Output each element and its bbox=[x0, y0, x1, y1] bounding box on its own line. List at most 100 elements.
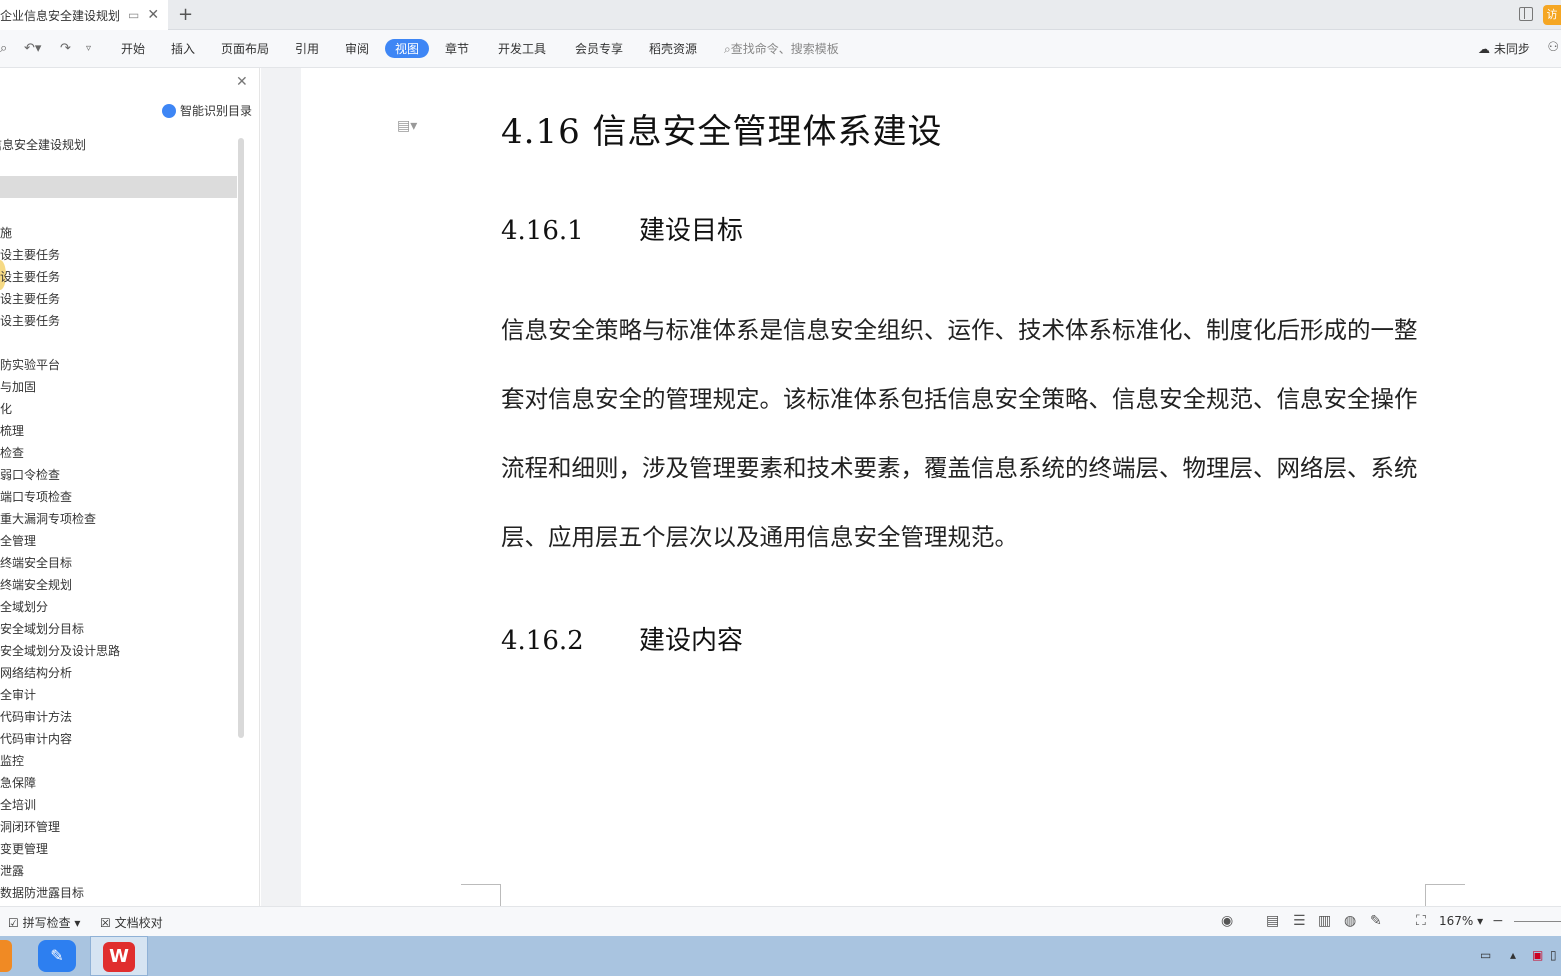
web-view-icon[interactable]: ◍ bbox=[1344, 913, 1356, 929]
layout-toggle-icon[interactable] bbox=[1519, 7, 1533, 21]
menu-review[interactable]: 审阅 bbox=[345, 40, 369, 57]
toc-item[interactable]: 设主要任务 bbox=[0, 290, 60, 307]
close-nav-icon[interactable]: ✕ bbox=[236, 74, 248, 90]
toc-item[interactable]: 代码审计内容 bbox=[0, 730, 72, 747]
outline-view-icon[interactable]: ☰ bbox=[1293, 913, 1306, 929]
menu-developer[interactable]: 开发工具 bbox=[498, 40, 546, 57]
menu-docer[interactable]: 稻壳资源 bbox=[649, 40, 697, 57]
section-number: 4.16.2 bbox=[501, 626, 584, 656]
navigation-pane: ✕ 智能识别目录 信息安全建设规划 施设主要任务设主要任务设主要任务设主要任务防… bbox=[0, 68, 260, 906]
sync-status[interactable]: ☁ 未同步 bbox=[1478, 40, 1530, 57]
heading-section-1: 4.16.1 建设目标 bbox=[501, 210, 743, 247]
taskbar-wps-icon[interactable]: W bbox=[90, 936, 148, 976]
toc-item[interactable]: 全培训 bbox=[0, 796, 36, 813]
edit-pen-icon[interactable]: ✎ bbox=[1370, 913, 1382, 929]
toc-item[interactable]: 设主要任务 bbox=[0, 268, 60, 285]
toc-item[interactable]: 数据防泄露目标 bbox=[0, 884, 84, 901]
menu-member[interactable]: 会员专享 bbox=[575, 40, 623, 57]
toc-item[interactable]: 终端安全目标 bbox=[0, 554, 72, 571]
taskbar: ✎ W ▭ ▴ ▣ ▯ bbox=[0, 936, 1561, 976]
toc-item[interactable]: 梳理 bbox=[0, 422, 24, 439]
tray-app-icon[interactable]: ▣ bbox=[1532, 948, 1543, 962]
cloud-icon: ☁ bbox=[1478, 42, 1490, 56]
menu-insert[interactable]: 插入 bbox=[171, 40, 195, 57]
ribbon-menu: ⌕ ↶▾ ↷ ▿ 开始 插入 页面布局 引用 审阅 视图 章节 开发工具 会员专… bbox=[0, 30, 1561, 68]
tray-expand-icon[interactable]: ▴ bbox=[1510, 948, 1516, 962]
fit-page-icon[interactable]: ⛶ bbox=[1416, 913, 1426, 929]
page-menu-icon[interactable]: ▤▾ bbox=[397, 118, 417, 134]
toc-item[interactable]: 安全域划分及设计思路 bbox=[0, 642, 120, 659]
toc-item[interactable]: 端口专项检查 bbox=[0, 488, 72, 505]
taskbar-app-icon[interactable] bbox=[0, 940, 12, 972]
zoom-slider[interactable] bbox=[1514, 921, 1561, 922]
toc-item[interactable]: 终端安全规划 bbox=[0, 576, 72, 593]
page-corner-mark bbox=[1425, 884, 1465, 906]
tray-clipboard-icon[interactable]: ▯ bbox=[1550, 948, 1557, 962]
menu-page-layout[interactable]: 页面布局 bbox=[221, 40, 269, 57]
page-corner-mark bbox=[461, 884, 501, 906]
toc-item[interactable]: 与加固 bbox=[0, 378, 36, 395]
doc-proof-label: 文档校对 bbox=[114, 916, 163, 930]
quick-access-more-icon[interactable]: ▿ bbox=[86, 43, 91, 54]
toc-item[interactable]: 施 bbox=[0, 224, 12, 241]
toc-selected-item[interactable] bbox=[0, 176, 237, 198]
toc-item[interactable]: 检查 bbox=[0, 444, 24, 461]
spell-check-label: 拼写检查 bbox=[22, 916, 71, 930]
undo-icon[interactable]: ↶▾ bbox=[24, 41, 41, 56]
keyboard-icon[interactable]: ▭ bbox=[1480, 948, 1491, 962]
taskbar-notes-icon[interactable]: ✎ bbox=[38, 940, 76, 972]
print-preview-icon[interactable]: ⌕ bbox=[0, 41, 7, 56]
redo-icon[interactable]: ↷ bbox=[60, 41, 71, 56]
toc-item[interactable]: 化 bbox=[0, 400, 12, 417]
document-workspace: ▤▾ 4.16 信息安全管理体系建设 4.16.1 建设目标 信息安全策略与标准体… bbox=[261, 68, 1561, 906]
document-page[interactable]: ▤▾ 4.16 信息安全管理体系建设 4.16.1 建设目标 信息安全策略与标准体… bbox=[301, 68, 1561, 906]
command-search[interactable]: ⌕查找命令、搜索模板 bbox=[724, 40, 839, 57]
heading-section-2: 4.16.2 建设内容 bbox=[501, 620, 743, 657]
sync-label: 未同步 bbox=[1493, 42, 1530, 56]
toc-item[interactable]: 全管理 bbox=[0, 532, 36, 549]
toc-item[interactable]: 设主要任务 bbox=[0, 312, 60, 329]
zoom-value: 167% bbox=[1439, 914, 1474, 928]
visit-button[interactable]: 访 bbox=[1543, 5, 1561, 25]
menu-references[interactable]: 引用 bbox=[295, 40, 319, 57]
status-bar: ☑ 拼写检查 ▾ ☒ 文档校对 ◉ ▤ ☰ ▥ ◍ ✎ ⛶ 167% ▾ − bbox=[0, 906, 1561, 936]
toc-item[interactable]: 网络结构分析 bbox=[0, 664, 72, 681]
zoom-level[interactable]: 167% ▾ bbox=[1439, 914, 1483, 928]
doc-proof-button[interactable]: ☒ 文档校对 bbox=[100, 914, 163, 931]
eye-protection-icon[interactable]: ◉ bbox=[1221, 913, 1233, 929]
command-search-placeholder: 查找命令、搜索模板 bbox=[730, 42, 839, 56]
toc-item[interactable]: 急保障 bbox=[0, 774, 36, 791]
toc-item[interactable]: 洞闭环管理 bbox=[0, 818, 60, 835]
toc-item[interactable]: 弱口令检查 bbox=[0, 466, 60, 483]
read-mode-icon[interactable]: ▥ bbox=[1318, 913, 1331, 929]
toc-item[interactable]: 全域划分 bbox=[0, 598, 48, 615]
menu-chapter[interactable]: 章节 bbox=[445, 40, 469, 57]
spell-check-button[interactable]: ☑ 拼写检查 ▾ bbox=[8, 914, 80, 931]
menu-home[interactable]: 开始 bbox=[121, 40, 145, 57]
close-tab-icon[interactable]: ✕ bbox=[147, 7, 159, 23]
zoom-out-icon[interactable]: − bbox=[1492, 913, 1504, 929]
menu-view[interactable]: 视图 bbox=[385, 39, 430, 58]
search-icon: ⌕ bbox=[724, 42, 731, 56]
tab-bar: 企业信息安全建设规划 ▭ ✕ + 访 bbox=[0, 0, 1561, 30]
toc-item[interactable]: 代码审计方法 bbox=[0, 708, 72, 725]
toc-item[interactable]: 变更管理 bbox=[0, 840, 48, 857]
section-title: 建设目标 bbox=[639, 216, 744, 246]
smart-toc-button[interactable]: 智能识别目录 bbox=[162, 102, 252, 119]
toc-item[interactable]: 设主要任务 bbox=[0, 246, 60, 263]
section-number: 4.16.1 bbox=[501, 216, 584, 246]
toc-root[interactable]: 信息安全建设规划 bbox=[0, 136, 86, 153]
wps-logo-icon: W bbox=[103, 942, 135, 972]
tab-pin-icon[interactable]: ▭ bbox=[128, 8, 139, 22]
toc-item[interactable]: 防实验平台 bbox=[0, 356, 60, 373]
user-icon[interactable]: ⚇ bbox=[1547, 40, 1559, 55]
toc-item[interactable]: 监控 bbox=[0, 752, 24, 769]
toc-item[interactable]: 安全域划分目标 bbox=[0, 620, 84, 637]
page-view-icon[interactable]: ▤ bbox=[1266, 913, 1279, 929]
document-tab[interactable]: 企业信息安全建设规划 ▭ ✕ bbox=[0, 0, 168, 30]
nav-scrollbar[interactable] bbox=[238, 138, 244, 738]
toc-item[interactable]: 泄露 bbox=[0, 862, 24, 879]
new-tab-icon[interactable]: + bbox=[178, 4, 193, 25]
toc-item[interactable]: 重大漏洞专项检查 bbox=[0, 510, 96, 527]
toc-item[interactable]: 全审计 bbox=[0, 686, 36, 703]
